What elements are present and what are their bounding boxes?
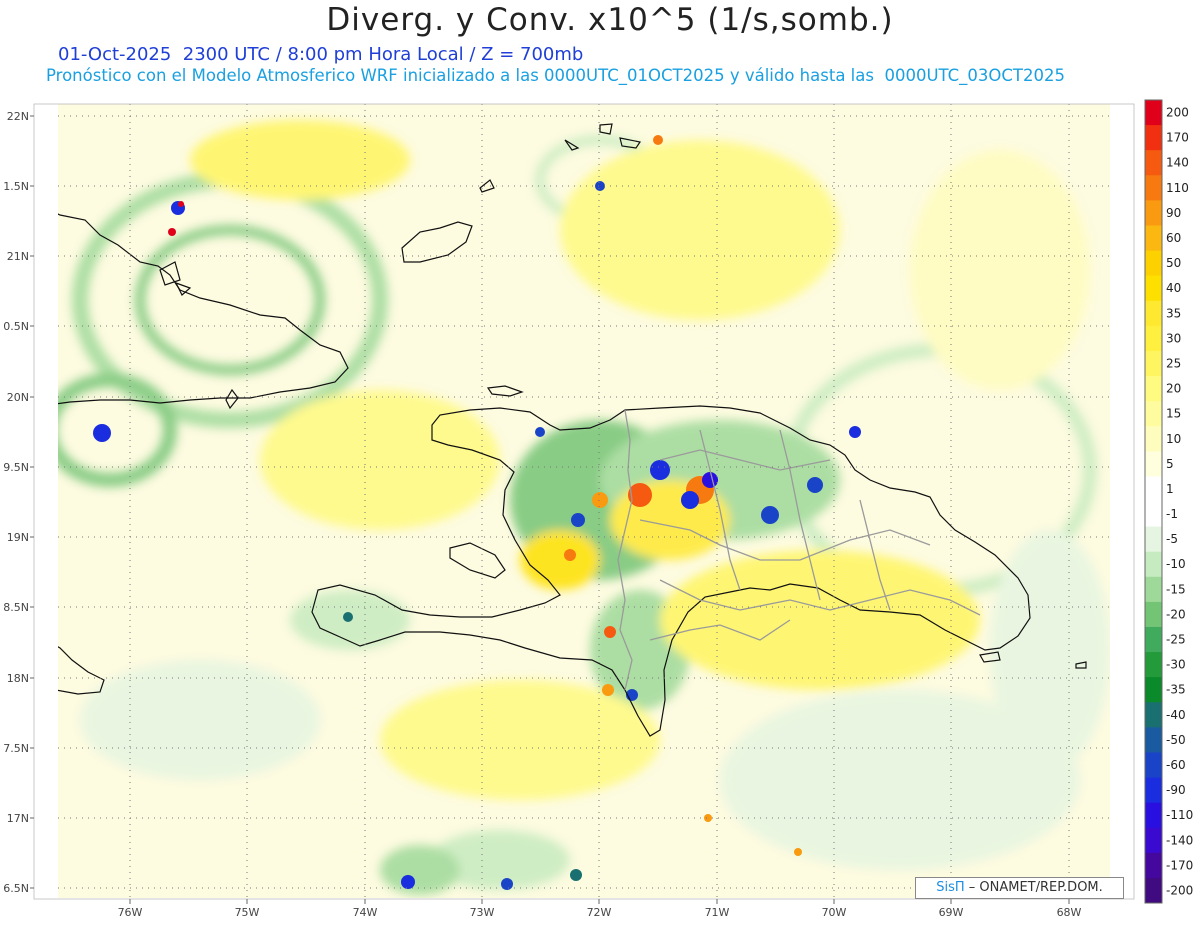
lat-label: 20N bbox=[7, 391, 29, 404]
colorbar-label: -1 bbox=[1166, 507, 1178, 521]
colorbar-swatch bbox=[1145, 275, 1162, 302]
lat-label: 17N bbox=[7, 812, 29, 825]
colorbar-swatch bbox=[1145, 601, 1162, 628]
lon-label: 75W bbox=[235, 906, 260, 919]
colorbar-label: -15 bbox=[1166, 582, 1186, 596]
lon-label: 68W bbox=[1057, 906, 1082, 919]
colorbar-swatch bbox=[1145, 802, 1162, 829]
colorbar-swatch bbox=[1145, 827, 1162, 854]
colorbar-swatch bbox=[1145, 125, 1162, 151]
credit-text: – ONAMET/REP.DOM. bbox=[964, 880, 1103, 895]
lat-label: 0.5N bbox=[3, 320, 29, 333]
latitude-labels: 22N 1.5N 21N 0.5N 20N 9.5N 19N 8.5N 18N … bbox=[3, 110, 29, 895]
colorbar-label: 15 bbox=[1166, 407, 1181, 421]
lat-label: 9.5N bbox=[3, 461, 29, 474]
lon-label: 74W bbox=[353, 906, 378, 919]
lat-label: 22N bbox=[7, 110, 29, 123]
colorbar-swatch bbox=[1145, 100, 1162, 126]
colorbar-swatch bbox=[1145, 576, 1162, 603]
colorbar-swatch bbox=[1145, 501, 1162, 527]
colorbar-label: -140 bbox=[1166, 833, 1193, 847]
colorbar-label: -5 bbox=[1166, 532, 1178, 546]
colorbar-label: -110 bbox=[1166, 808, 1193, 822]
colorbar-label: 110 bbox=[1166, 181, 1189, 195]
lat-label: 21N bbox=[7, 250, 29, 263]
colorbar-label: -170 bbox=[1166, 858, 1193, 872]
lat-label: 6.5N bbox=[3, 882, 29, 895]
colorbar-swatch bbox=[1145, 325, 1162, 352]
colorbar-swatch bbox=[1145, 250, 1162, 277]
colorbar-swatch bbox=[1145, 551, 1162, 578]
colorbar-swatch bbox=[1145, 476, 1162, 502]
colorbar-label: -200 bbox=[1166, 883, 1193, 897]
colorbar-swatch bbox=[1145, 852, 1162, 879]
colorbar-swatch bbox=[1145, 150, 1162, 176]
colorbar-label: -90 bbox=[1166, 783, 1186, 797]
colorbar-label: -30 bbox=[1166, 658, 1186, 672]
colorbar-label: -60 bbox=[1166, 758, 1186, 772]
lon-label: 73W bbox=[470, 906, 495, 919]
colorbar-swatch bbox=[1145, 777, 1162, 804]
colorbar-label: 10 bbox=[1166, 432, 1181, 446]
longitude-labels: 76W 75W 74W 73W 72W 71W 70W 69W 68W bbox=[118, 906, 1082, 919]
colorbar-swatch bbox=[1145, 652, 1162, 678]
lat-ticks bbox=[30, 115, 34, 889]
colorbar-label: 140 bbox=[1166, 156, 1189, 170]
colorbar-swatch bbox=[1145, 175, 1162, 201]
colorbar-label: -10 bbox=[1166, 557, 1186, 571]
colorbar-label: -35 bbox=[1166, 683, 1186, 697]
colorbar-label: -25 bbox=[1166, 633, 1186, 647]
lat-label: 1.5N bbox=[3, 180, 29, 193]
colorbar-label: 40 bbox=[1166, 281, 1181, 295]
lat-label: 18N bbox=[7, 672, 29, 685]
colorbar-swatch bbox=[1145, 727, 1162, 753]
colorbar-swatch bbox=[1145, 626, 1162, 653]
brand-logo: SisΠ bbox=[936, 880, 965, 895]
lon-label: 76W bbox=[118, 906, 143, 919]
colorbar-swatch bbox=[1145, 702, 1162, 728]
colorbar-legend: 200 170 140 110 90 60 50 40 35 30 25 20 15 10 5 1 -1 -5 -1… bbox=[1144, 99, 1193, 904]
lat-label: 8.5N bbox=[3, 601, 29, 614]
lon-label: 72W bbox=[587, 906, 612, 919]
colorbar-swatch bbox=[1145, 225, 1162, 251]
colorbar-label: 90 bbox=[1166, 206, 1181, 220]
colorbar-swatch bbox=[1145, 401, 1162, 427]
colorbar-swatch bbox=[1145, 451, 1162, 477]
colorbar-swatch bbox=[1145, 526, 1162, 553]
lat-label: 7.5N bbox=[3, 742, 29, 755]
colorbar-swatch bbox=[1145, 300, 1162, 327]
colorbar-swatch bbox=[1145, 677, 1162, 703]
colorbar-swatch bbox=[1145, 752, 1162, 778]
lon-label: 69W bbox=[939, 906, 964, 919]
lon-ticks bbox=[129, 899, 1070, 904]
colorbar-label: 170 bbox=[1166, 131, 1189, 145]
colorbar-label: -50 bbox=[1166, 733, 1186, 747]
colorbar-swatch bbox=[1145, 376, 1162, 402]
credit-box: SisΠ – ONAMET/REP.DOM. bbox=[915, 877, 1124, 899]
divergence-map: 22N 1.5N 21N 0.5N 20N 9.5N 19N 8.5N 18N … bbox=[3, 99, 1193, 919]
colorbar-label: 20 bbox=[1166, 382, 1181, 396]
colorbar-label: 60 bbox=[1166, 231, 1181, 245]
colorbar-swatch bbox=[1145, 877, 1162, 904]
colorbar-label: 35 bbox=[1166, 306, 1181, 320]
colorbar-swatch bbox=[1145, 200, 1162, 226]
colorbar-label: -20 bbox=[1166, 607, 1186, 621]
colorbar-label: 50 bbox=[1166, 256, 1181, 270]
colorbar-label: 30 bbox=[1166, 331, 1181, 345]
colorbar-label: 25 bbox=[1166, 356, 1181, 370]
colorbar-swatch bbox=[1145, 350, 1162, 377]
lon-label: 71W bbox=[705, 906, 730, 919]
colorbar-label: -40 bbox=[1166, 708, 1186, 722]
colorbar-label: 200 bbox=[1166, 106, 1189, 120]
colorbar-label: 5 bbox=[1166, 457, 1174, 471]
colorbar-label: 1 bbox=[1166, 482, 1174, 496]
colorbar-swatch bbox=[1145, 426, 1162, 452]
lon-label: 70W bbox=[822, 906, 847, 919]
lat-label: 19N bbox=[7, 531, 29, 544]
